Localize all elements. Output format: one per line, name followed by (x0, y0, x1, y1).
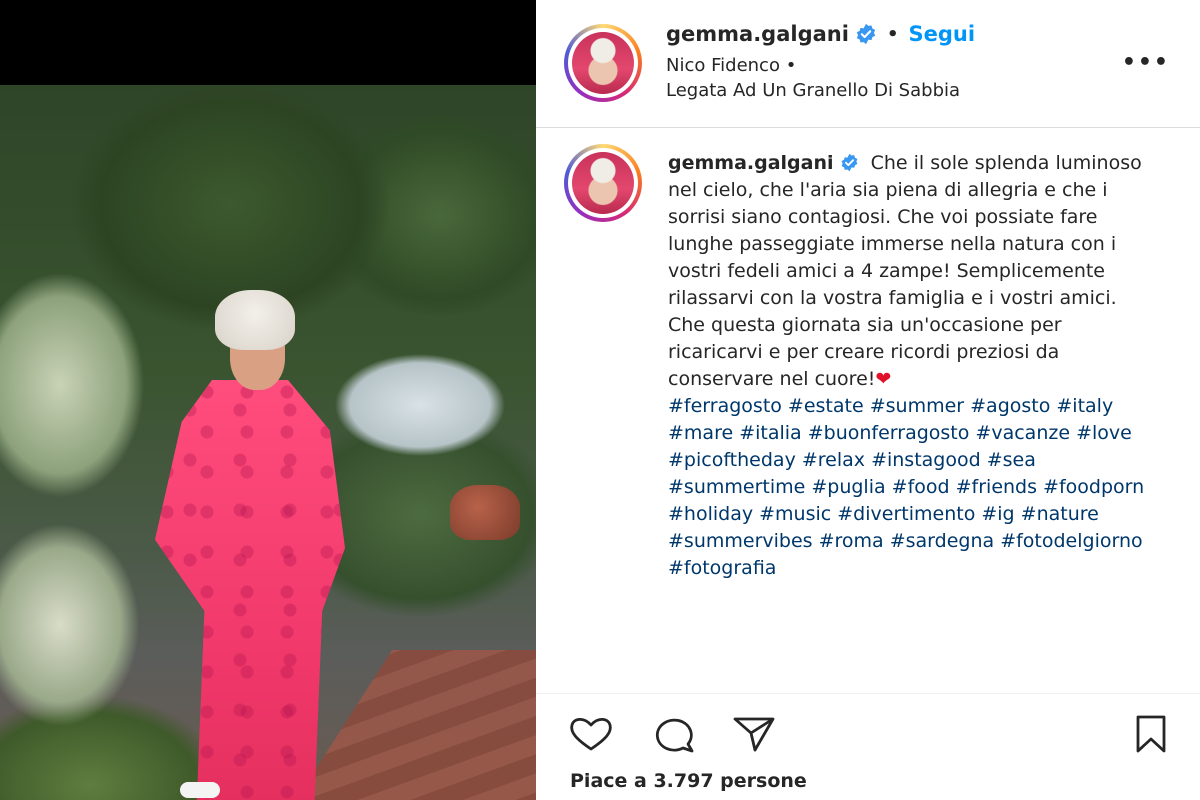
woman-figure (95, 290, 365, 800)
follow-button[interactable]: Segui (908, 22, 975, 46)
terracotta-pot (450, 485, 520, 540)
verified-badge-icon (856, 23, 876, 45)
pink-dress (155, 380, 345, 800)
bookmark-icon[interactable] (1126, 714, 1176, 754)
send-icon[interactable] (729, 714, 779, 754)
username-link[interactable]: gemma.galgani (666, 22, 849, 46)
caption-body: Che il sole splenda luminoso nel cielo, … (668, 152, 1142, 390)
more-options-button[interactable]: ••• (1122, 50, 1170, 75)
separator-dot: • (886, 23, 899, 45)
hair (215, 290, 295, 350)
post-photo[interactable] (0, 85, 536, 800)
post-actions: Piace a 3.797 persone (536, 693, 1200, 800)
music-song[interactable]: Legata Ad Un Granello Di Sabbia (666, 80, 960, 101)
music-artist[interactable]: Nico Fidenco • (666, 55, 796, 76)
caption-text-block: gemma.galgani Che il sole splenda lumino… (668, 150, 1148, 582)
verified-badge-icon (841, 153, 857, 172)
red-heart-emoji: ❤ (875, 368, 892, 390)
hashtags[interactable]: #ferragosto #estate #summer #agosto #ita… (668, 393, 1148, 582)
caption-avatar[interactable] (564, 144, 642, 222)
post-photo-pane (0, 0, 536, 800)
caption-area: gemma.galgani Che il sole splenda lumino… (536, 128, 1200, 693)
caption-username-link[interactable]: gemma.galgani (668, 152, 834, 174)
avatar[interactable] (564, 24, 642, 102)
comment-icon[interactable] (648, 714, 698, 754)
heart-icon[interactable] (566, 714, 616, 754)
post-side-panel: gemma.galgani • Segui Nico Fidenco • Leg… (536, 0, 1200, 800)
likes-count[interactable]: Piace a 3.797 persone (570, 770, 807, 792)
post-header: gemma.galgani • Segui Nico Fidenco • Leg… (536, 0, 1200, 128)
shoe (180, 782, 220, 798)
